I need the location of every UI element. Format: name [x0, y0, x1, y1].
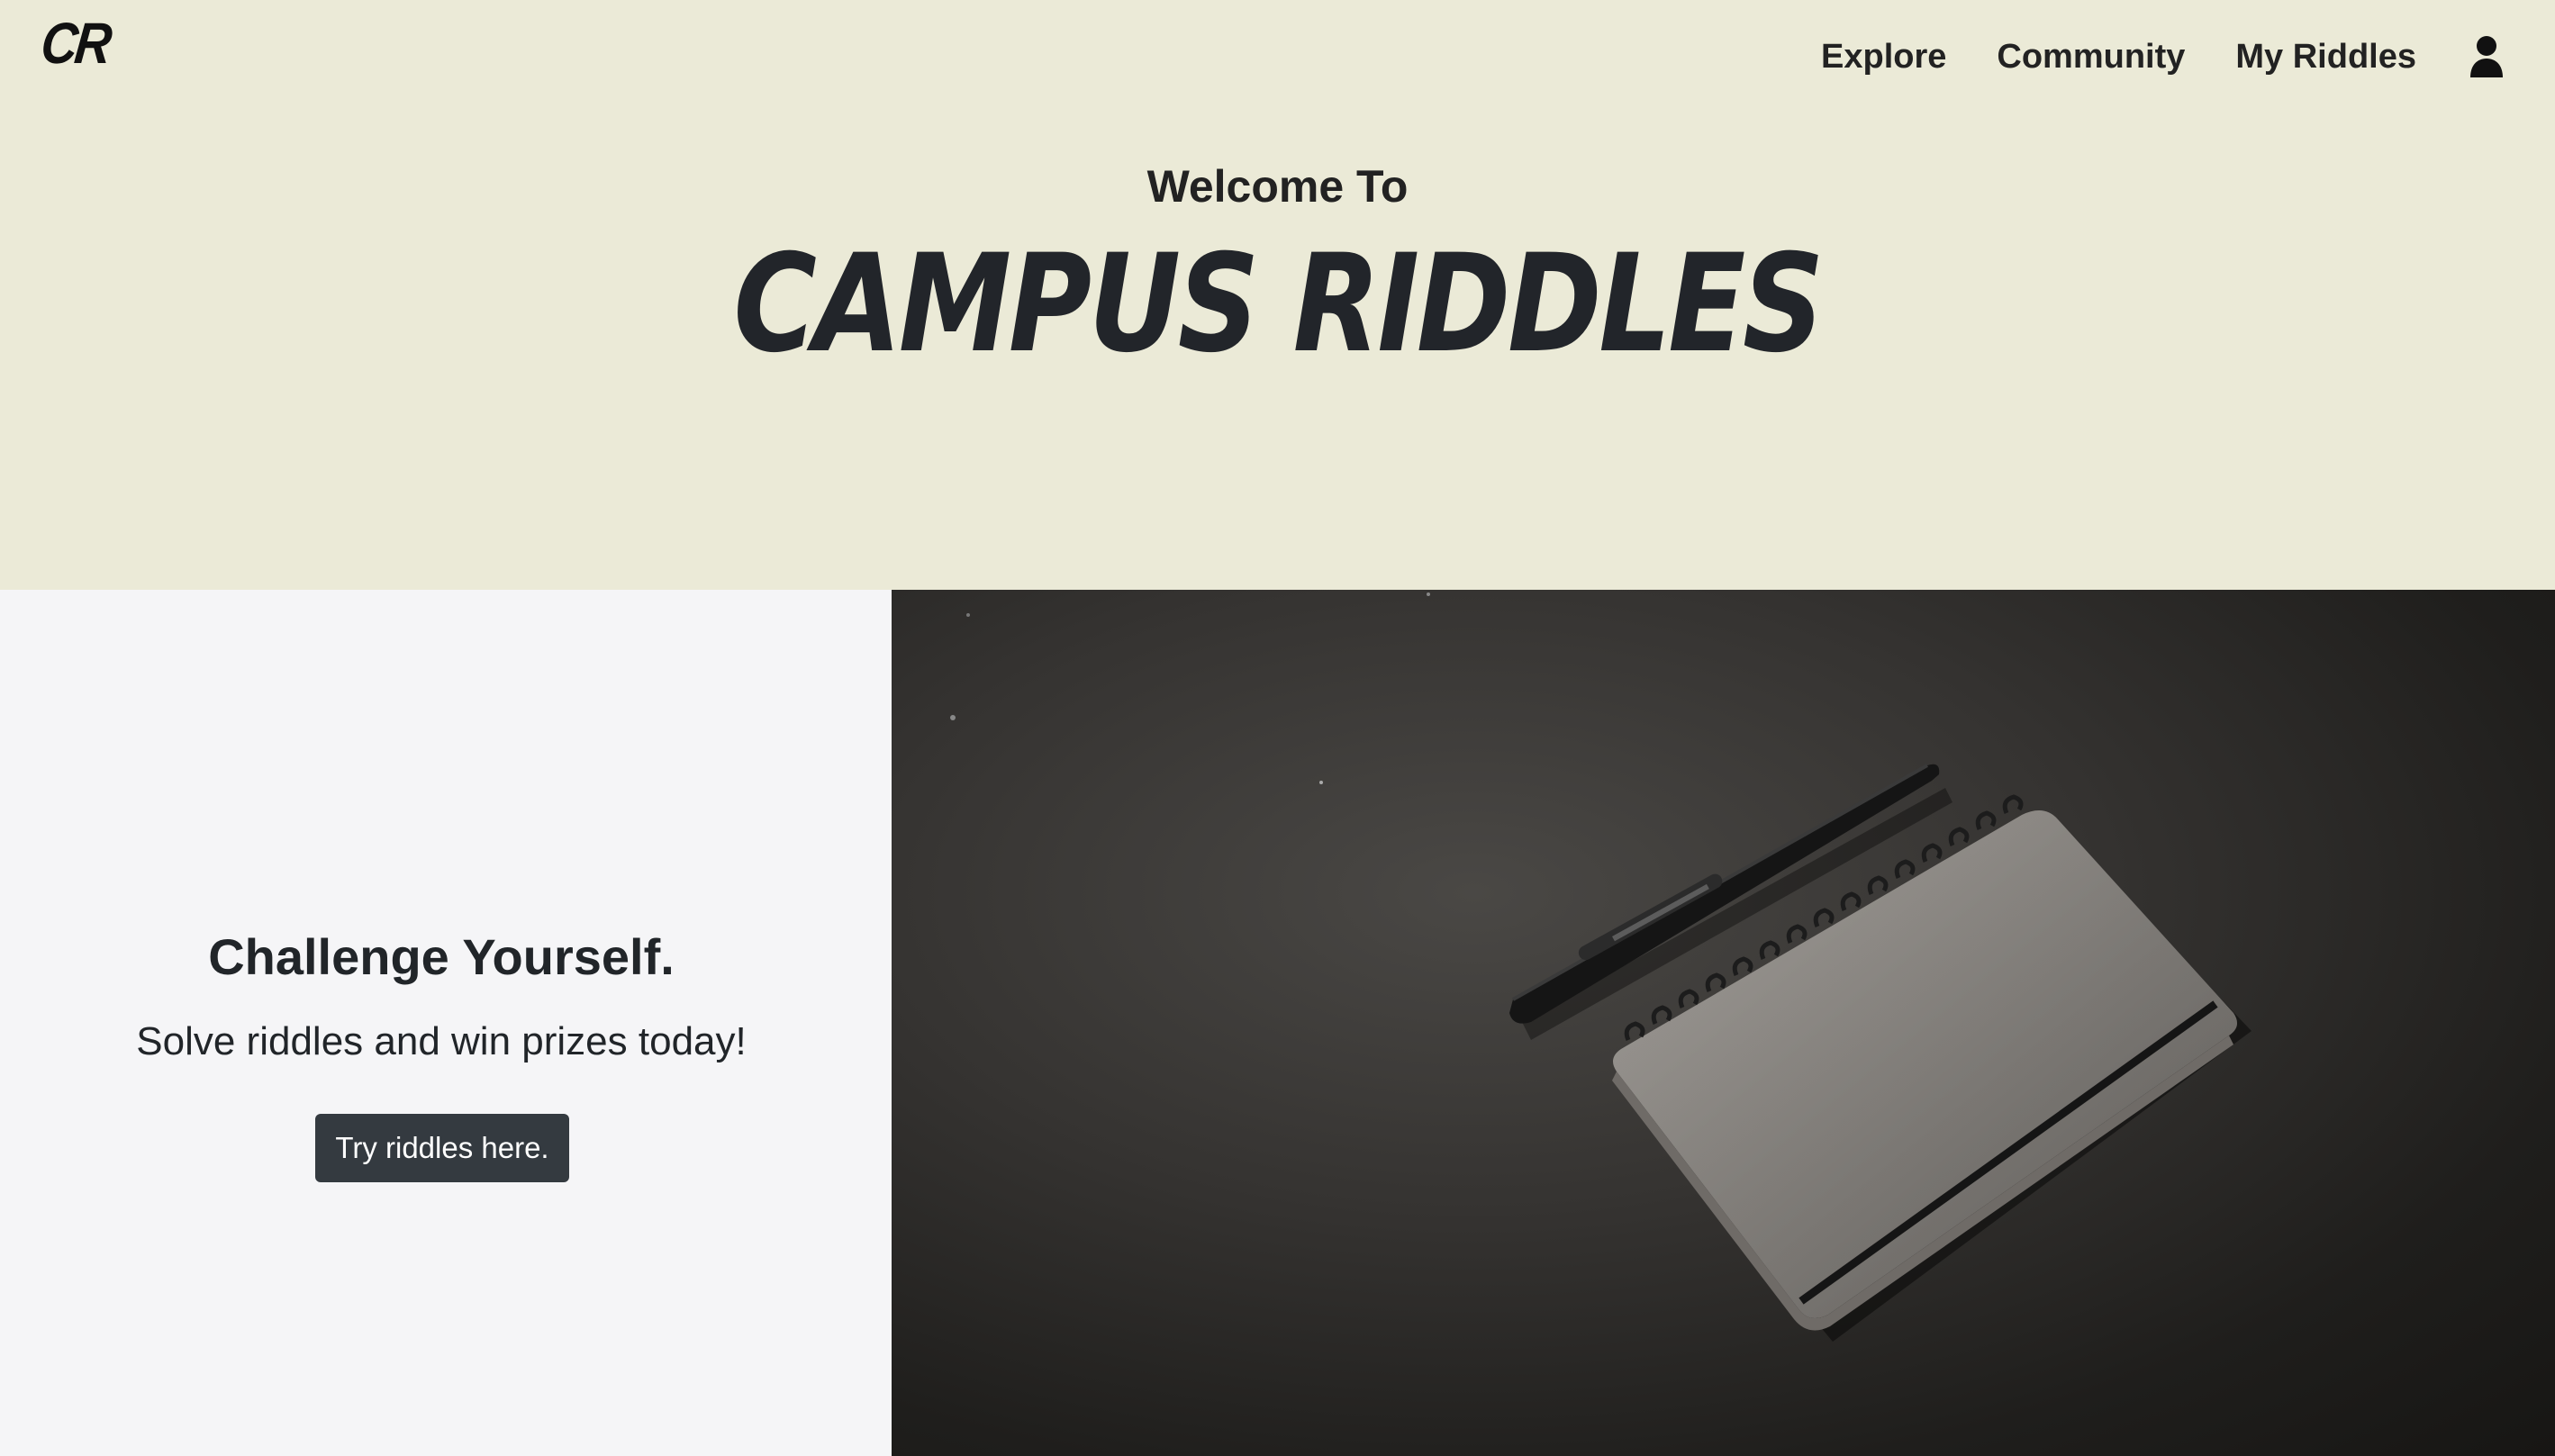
- nav-community[interactable]: Community: [1997, 38, 2185, 77]
- notebook-icon: [1612, 794, 2237, 1331]
- nav-explore[interactable]: Explore: [1821, 38, 1946, 77]
- user-icon[interactable]: [2469, 34, 2505, 79]
- promo-heading: Challenge Yourself.: [208, 928, 675, 985]
- try-riddles-button[interactable]: Try riddles here.: [315, 1114, 569, 1182]
- notebook-illustration: [950, 592, 2251, 1342]
- site-title: CAMPUS RIDDLES: [733, 226, 1825, 383]
- promo-subheading: Solve riddles and win prizes today!: [136, 1019, 747, 1063]
- notebook-and-pen-photo: [892, 590, 2555, 1456]
- user-icon-graphic: [2470, 36, 2503, 77]
- welcome-text: Welcome To: [1146, 161, 1409, 212]
- main-nav: Explore Community My Riddles: [1771, 27, 2505, 86]
- logo[interactable]: CR: [38, 9, 113, 77]
- nav-my-riddles[interactable]: My Riddles: [2235, 38, 2416, 77]
